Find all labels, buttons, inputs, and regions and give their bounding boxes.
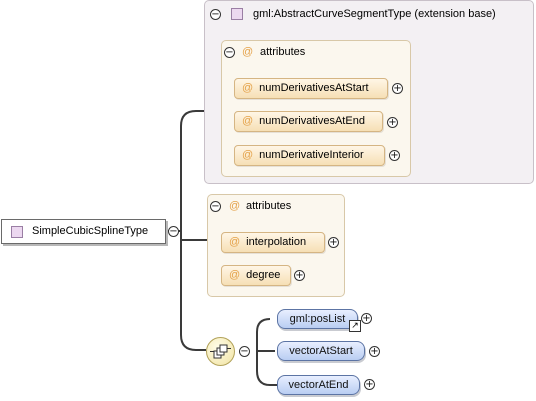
root-collapse-toggle[interactable]: −	[168, 226, 179, 237]
attributes-icon: @	[229, 200, 241, 212]
root-type-label: SimpleCubicSplineType	[32, 225, 149, 237]
own-attributes-collapse-toggle[interactable]: −	[210, 201, 221, 212]
attribute-numDerivativesAtStart[interactable]: @ numDerivativesAtStart	[234, 78, 388, 99]
reference-arrow-icon: ↗	[349, 320, 361, 332]
attribute-label: degree	[246, 269, 281, 281]
attribute-label: numDerivativesAtEnd	[259, 115, 365, 127]
attribute-icon: @	[242, 82, 254, 94]
extension-base-label: gml:AbstractCurveSegmentType (extension …	[253, 8, 496, 20]
base-attributes-collapse-toggle[interactable]: −	[224, 47, 235, 58]
element-vectorAtEnd[interactable]: vectorAtEnd	[277, 375, 360, 395]
attribute-label: interpolation	[246, 236, 307, 248]
attribute-icon: @	[229, 269, 241, 281]
attribute-expand-toggle[interactable]: +	[392, 83, 403, 94]
element-label: gml:posList	[289, 313, 346, 325]
element-expand-toggle[interactable]: +	[369, 346, 380, 357]
attribute-numDerivativesAtEnd[interactable]: @ numDerivativesAtEnd	[234, 111, 383, 132]
root-type-box[interactable]: SimpleCubicSplineType	[1, 219, 166, 244]
attribute-interpolation[interactable]: @ interpolation	[221, 232, 325, 253]
attribute-label: numDerivativeInterior	[259, 149, 364, 161]
sequence-collapse-toggle[interactable]: −	[239, 346, 250, 357]
complex-type-icon	[231, 8, 243, 20]
attribute-expand-toggle[interactable]: +	[389, 150, 400, 161]
attribute-icon: @	[242, 115, 254, 127]
attribute-label: numDerivativesAtStart	[259, 82, 369, 94]
attribute-expand-toggle[interactable]: +	[387, 117, 398, 128]
element-expand-toggle[interactable]: +	[364, 379, 375, 390]
attributes-icon: @	[242, 46, 254, 58]
base-attributes-title: attributes	[260, 46, 306, 58]
element-vectorAtStart[interactable]: vectorAtStart	[277, 341, 365, 361]
attribute-expand-toggle[interactable]: +	[328, 237, 339, 248]
element-label: vectorAtStart	[289, 345, 353, 357]
sequence-icon	[210, 344, 231, 359]
own-attributes-title: attributes	[246, 200, 292, 212]
attribute-icon: @	[242, 149, 254, 161]
base-collapse-toggle[interactable]: −	[210, 9, 221, 20]
attribute-icon: @	[229, 236, 241, 248]
element-gml-posList[interactable]: gml:posList	[277, 309, 358, 329]
attribute-degree[interactable]: @ degree	[221, 265, 291, 286]
sequence-compositor-icon[interactable]	[206, 337, 235, 366]
element-expand-toggle[interactable]: +	[361, 313, 372, 324]
attribute-expand-toggle[interactable]: +	[294, 270, 305, 281]
sequence-connector	[256, 318, 277, 386]
complex-type-icon	[11, 226, 23, 238]
attribute-numDerivativeInterior[interactable]: @ numDerivativeInterior	[234, 145, 385, 166]
element-label: vectorAtEnd	[288, 379, 349, 391]
